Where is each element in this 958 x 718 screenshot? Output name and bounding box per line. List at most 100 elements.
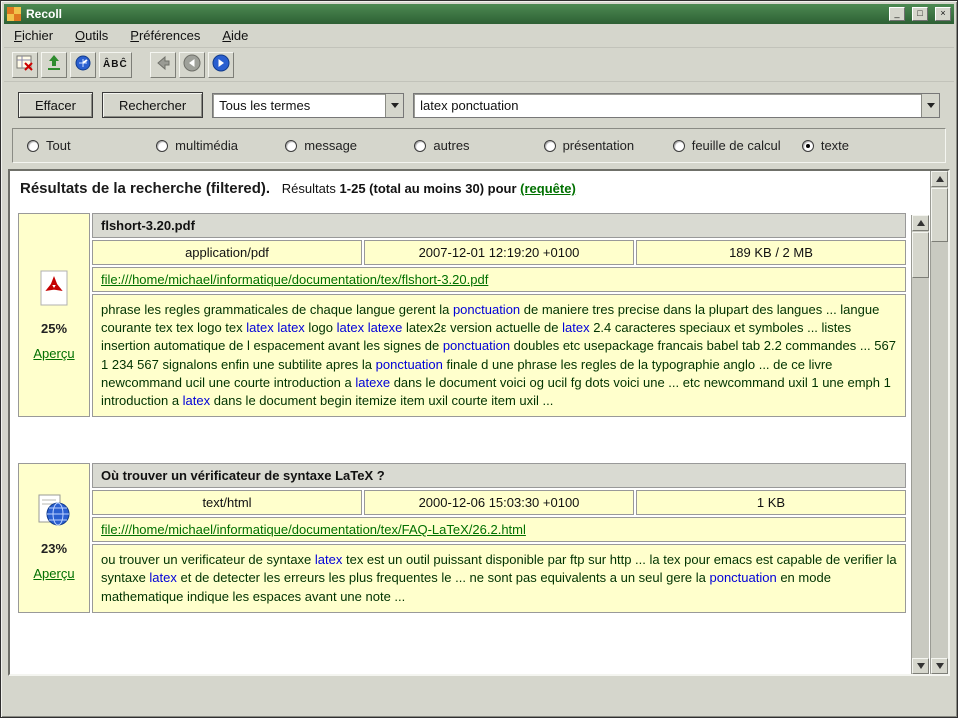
modified-date: 2007-12-01 12:19:20 +0100 xyxy=(364,240,634,265)
arrow-down-icon xyxy=(917,663,925,669)
result-url-link[interactable]: file:///home/michael/informatique/docume… xyxy=(101,522,526,537)
back-arrow-icon xyxy=(154,54,172,75)
arrow-down-icon xyxy=(936,663,944,669)
preview-link[interactable]: Aperçu xyxy=(33,346,74,361)
results-header: Résultats de la recherche (filtered). Ré… xyxy=(10,171,908,203)
results-list-scrollbar[interactable] xyxy=(911,215,929,674)
filter-feuille-de-calcul[interactable]: feuille de calcul xyxy=(673,138,802,153)
search-query-dropdown-button[interactable] xyxy=(921,94,939,117)
pdf-file-icon xyxy=(37,270,71,311)
menu-aide[interactable]: Aide xyxy=(222,28,248,43)
result-snippet: ou trouver un verificateur de syntaxe la… xyxy=(92,544,906,613)
scroll-up-button[interactable] xyxy=(912,215,929,231)
file-size: 189 KB / 2 MB xyxy=(636,240,906,265)
results-pane: Résultats de la recherche (filtered). Ré… xyxy=(8,169,950,676)
result-url-link[interactable]: file:///home/michael/informatique/docume… xyxy=(101,272,488,287)
relevance-percent: 23% xyxy=(41,541,67,556)
category-filter-bar: Tout multimédia message autres présentat… xyxy=(12,128,946,163)
mime-type: text/html xyxy=(92,490,362,515)
arrow-up-icon xyxy=(936,176,944,182)
update-index-icon xyxy=(45,54,63,75)
radio-icon[interactable] xyxy=(802,140,814,152)
menu-preferences[interactable]: Préférences xyxy=(130,28,200,43)
result-1-detail: flshort-3.20.pdf application/pdf 2007-12… xyxy=(92,213,906,417)
clear-button[interactable]: Effacer xyxy=(18,92,93,118)
filter-presentation[interactable]: présentation xyxy=(544,138,673,153)
result-meta-row: application/pdf 2007-12-01 12:19:20 +010… xyxy=(92,240,906,265)
results-summary: Résultats 1-25 (total au moins 30) pour … xyxy=(282,181,576,196)
recoll-window: Recoll _ □ × Fichier Outils Préférences … xyxy=(0,0,958,718)
filter-texte[interactable]: texte xyxy=(802,138,931,153)
menu-fichier[interactable]: Fichier xyxy=(14,28,53,43)
search-query-input[interactable]: latex ponctuation xyxy=(414,94,921,117)
filter-autres[interactable]: autres xyxy=(414,138,543,153)
update-index-button[interactable] xyxy=(41,52,67,78)
query-link[interactable]: (requête) xyxy=(520,181,576,196)
result-url-row: file:///home/michael/informatique/docume… xyxy=(92,267,906,292)
html-file-icon xyxy=(37,494,71,531)
menu-outils[interactable]: Outils xyxy=(75,28,108,43)
radio-icon[interactable] xyxy=(414,140,426,152)
results-pane-scrollbar[interactable] xyxy=(930,171,948,674)
next-circle-icon xyxy=(212,54,230,75)
result-url-row: file:///home/michael/informatique/docume… xyxy=(92,517,906,542)
radio-icon[interactable] xyxy=(673,140,685,152)
radio-icon[interactable] xyxy=(544,140,556,152)
result-2-detail: Où trouver un vérificateur de syntaxe La… xyxy=(92,463,906,613)
clear-search-icon xyxy=(16,54,34,75)
result-meta-row: text/html 2000-12-06 15:03:30 +0100 1 KB xyxy=(92,490,906,515)
close-button[interactable]: × xyxy=(935,7,951,21)
search-mode-value: Tous les termes xyxy=(213,94,385,117)
results-list: Résultats de la recherche (filtered). Ré… xyxy=(10,171,908,674)
result-row-1: 25% Aperçu flshort-3.20.pdf application/… xyxy=(18,213,906,417)
search-mode-dropdown-button[interactable] xyxy=(385,94,403,117)
result-snippet: phrase les regles grammaticales de chaqu… xyxy=(92,294,906,417)
search-row: Effacer Rechercher Tous les termes latex… xyxy=(4,82,954,124)
search-mode-select[interactable]: Tous les termes xyxy=(212,93,404,118)
file-size: 1 KB xyxy=(636,490,906,515)
filter-message[interactable]: message xyxy=(285,138,414,153)
result-1-side-panel: 25% Aperçu xyxy=(18,213,90,417)
toolbar-nav-group xyxy=(150,52,234,78)
filter-tout[interactable]: Tout xyxy=(27,138,156,153)
blue-globe-icon xyxy=(74,54,92,75)
term-explorer-button[interactable]: ÂBĈ xyxy=(99,52,132,78)
recoll-app-icon xyxy=(7,7,21,21)
clear-search-button[interactable] xyxy=(12,52,38,78)
arrow-up-icon xyxy=(917,220,925,226)
result-title: flshort-3.20.pdf xyxy=(92,213,906,238)
search-query-combobox[interactable]: latex ponctuation xyxy=(413,93,940,118)
radio-icon[interactable] xyxy=(285,140,297,152)
window-title: Recoll xyxy=(26,7,882,21)
scroll-down-button[interactable] xyxy=(912,658,929,674)
chevron-down-icon xyxy=(927,103,935,108)
scroll-up-button[interactable] xyxy=(931,171,948,187)
radio-icon[interactable] xyxy=(156,140,168,152)
result-2-side-panel: 23% Aperçu xyxy=(18,463,90,613)
filter-multimedia[interactable]: multimédia xyxy=(156,138,285,153)
toolbar-main-group: ÂBĈ xyxy=(12,52,132,78)
preview-link[interactable]: Aperçu xyxy=(33,566,74,581)
radio-icon[interactable] xyxy=(27,140,39,152)
menubar: Fichier Outils Préférences Aide xyxy=(4,24,954,48)
result-title: Où trouver un vérificateur de syntaxe La… xyxy=(92,463,906,488)
term-explorer-icon: ÂBĈ xyxy=(100,59,131,70)
minimize-button[interactable]: _ xyxy=(889,7,905,21)
search-button[interactable]: Rechercher xyxy=(102,92,203,118)
scrollbar-thumb[interactable] xyxy=(931,188,948,242)
scrollbar-thumb[interactable] xyxy=(912,232,929,278)
mime-type: application/pdf xyxy=(92,240,362,265)
sort-history-button[interactable] xyxy=(70,52,96,78)
next-page-button[interactable] xyxy=(208,52,234,78)
scroll-down-button[interactable] xyxy=(931,658,948,674)
results-title: Résultats de la recherche (filtered). xyxy=(20,180,270,197)
relevance-percent: 25% xyxy=(41,321,67,336)
first-page-button[interactable] xyxy=(150,52,176,78)
toolbar: ÂBĈ xyxy=(4,48,954,82)
titlebar[interactable]: Recoll _ □ × xyxy=(4,4,954,24)
maximize-button[interactable]: □ xyxy=(912,7,928,21)
chevron-down-icon xyxy=(391,103,399,108)
results-range: 1-25 (total au moins 30) pour xyxy=(340,181,517,196)
previous-page-button[interactable] xyxy=(179,52,205,78)
previous-circle-icon xyxy=(183,54,201,75)
